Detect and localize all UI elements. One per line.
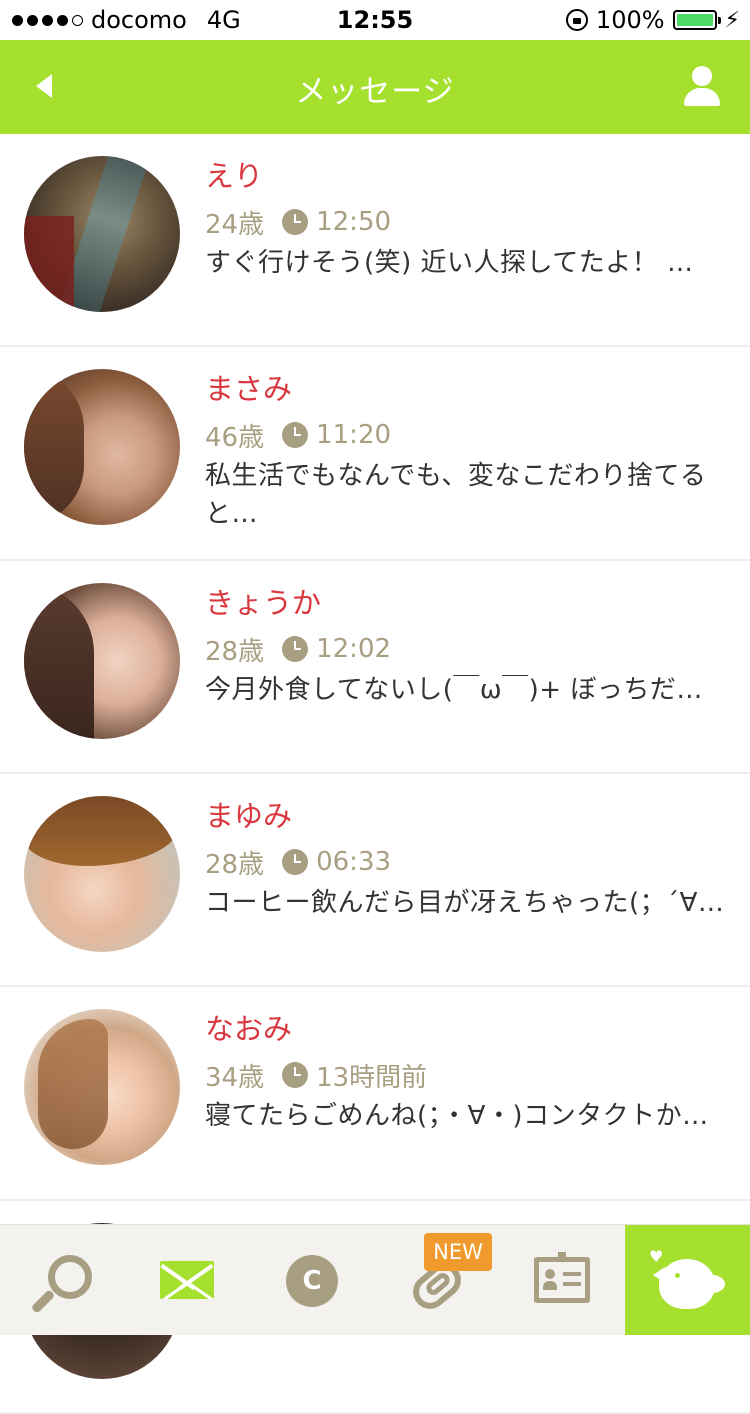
profile-icon[interactable] (684, 66, 720, 110)
status-bar: docomo 4G 12:55 100% ⚡ (0, 0, 750, 40)
message-row[interactable]: きょうか 28歳 12:02 今月外食してないし(￣ω￣)+ ぼっちだ… (0, 561, 750, 774)
tab-search[interactable] (0, 1225, 125, 1335)
message-content: まゆみ 28歳 06:33 コーヒー飲んだら目が冴えちゃった(；´∀… (205, 796, 730, 922)
message-meta: 28歳 06:33 (205, 842, 730, 882)
sender-name: なおみ (205, 1012, 293, 1046)
message-content: きょうか 28歳 12:02 今月外食してないし(￣ω￣)+ ぼっちだ… (205, 583, 730, 709)
status-bar-right: 100% ⚡ (565, 6, 740, 34)
message-content: えり 24歳 12:50 すぐ行けそう(笑) 近い人探してたよ！ … (205, 156, 730, 282)
message-row[interactable]: まゆみ 28歳 06:33 コーヒー飲んだら目が冴えちゃった(；´∀… (0, 774, 750, 987)
clock-icon (282, 422, 309, 448)
sender-age: 28歳 (205, 849, 265, 880)
sender-age: 46歳 (205, 422, 265, 453)
message-row[interactable]: まさみ 46歳 11:20 私生活でもなんでも、変なこだわり捨てると… (0, 347, 750, 561)
sender-name: えり (205, 159, 264, 193)
tab-clip[interactable]: NEW (375, 1225, 500, 1335)
message-content: まさみ 46歳 11:20 私生活でもなんでも、変なこだわり捨てると… (205, 369, 730, 533)
message-preview: 今月外食してないし(￣ω￣)+ ぼっちだ… (205, 675, 703, 705)
nav-bar: メッセージ (0, 40, 750, 134)
sender-name: まさみ (205, 372, 293, 406)
message-time: 13時間前 (316, 1062, 428, 1093)
charging-icon: ⚡ (724, 7, 740, 33)
message-meta: 24歳 12:50 (205, 202, 730, 242)
tab-profile-card[interactable] (500, 1225, 625, 1335)
sender-age: 34歳 (205, 1062, 265, 1093)
sender-age: 24歳 (205, 209, 265, 240)
clock-icon (282, 209, 309, 235)
message-time: 06:33 (316, 847, 392, 877)
sender-name: きょうか (205, 586, 322, 620)
message-time: 11:20 (316, 420, 392, 450)
message-meta: 46歳 11:20 (205, 415, 730, 455)
message-preview: すぐ行けそう(笑) 近い人探してたよ！ … (205, 248, 694, 278)
message-preview: 寝てたらごめんね(；・∀・)コンタクトか… (205, 1101, 709, 1131)
message-meta: 34歳 13時間前 (205, 1055, 730, 1095)
id-card-icon (534, 1252, 590, 1303)
mail-icon (160, 1261, 214, 1299)
avatar (24, 1009, 180, 1165)
avatar (24, 796, 180, 952)
page-title: メッセージ (295, 74, 455, 110)
avatar (24, 156, 180, 312)
new-badge: NEW (424, 1233, 492, 1271)
tab-bar: C NEW ♥ (0, 1224, 750, 1335)
tab-coin[interactable]: C (250, 1225, 375, 1335)
message-time: 12:02 (316, 634, 392, 664)
message-content: なおみ 34歳 13時間前 寝てたらごめんね(；・∀・)コンタクトか… (205, 1009, 730, 1135)
message-preview: コーヒー飲んだら目が冴えちゃった(；´∀… (205, 888, 725, 918)
message-preview: 私生活でもなんでも、変なこだわり捨てると… (205, 461, 707, 529)
tab-bird[interactable]: ♥ (625, 1225, 750, 1335)
battery-icon (672, 10, 721, 30)
message-meta: 28歳 12:02 (205, 629, 730, 669)
rotation-lock-icon (565, 9, 588, 31)
battery-percent: 100% (595, 6, 665, 34)
tab-messages[interactable] (125, 1225, 250, 1335)
clock-icon (282, 1062, 309, 1088)
message-row[interactable]: えり 24歳 12:50 すぐ行けそう(笑) 近い人探してたよ！ … (0, 134, 750, 347)
message-list: えり 24歳 12:50 すぐ行けそう(笑) 近い人探してたよ！ … まさみ 4… (0, 134, 750, 1414)
coin-icon: C (286, 1255, 338, 1307)
message-time: 12:50 (316, 207, 392, 237)
avatar (24, 369, 180, 525)
clock-icon (282, 636, 309, 662)
message-row[interactable]: なおみ 34歳 13時間前 寝てたらごめんね(；・∀・)コンタクトか… (0, 987, 750, 1201)
sender-age: 28歳 (205, 636, 265, 667)
sender-name: まゆみ (205, 799, 293, 833)
clock-icon (282, 849, 309, 875)
bird-icon: ♥ (649, 1247, 725, 1313)
avatar (24, 583, 180, 739)
